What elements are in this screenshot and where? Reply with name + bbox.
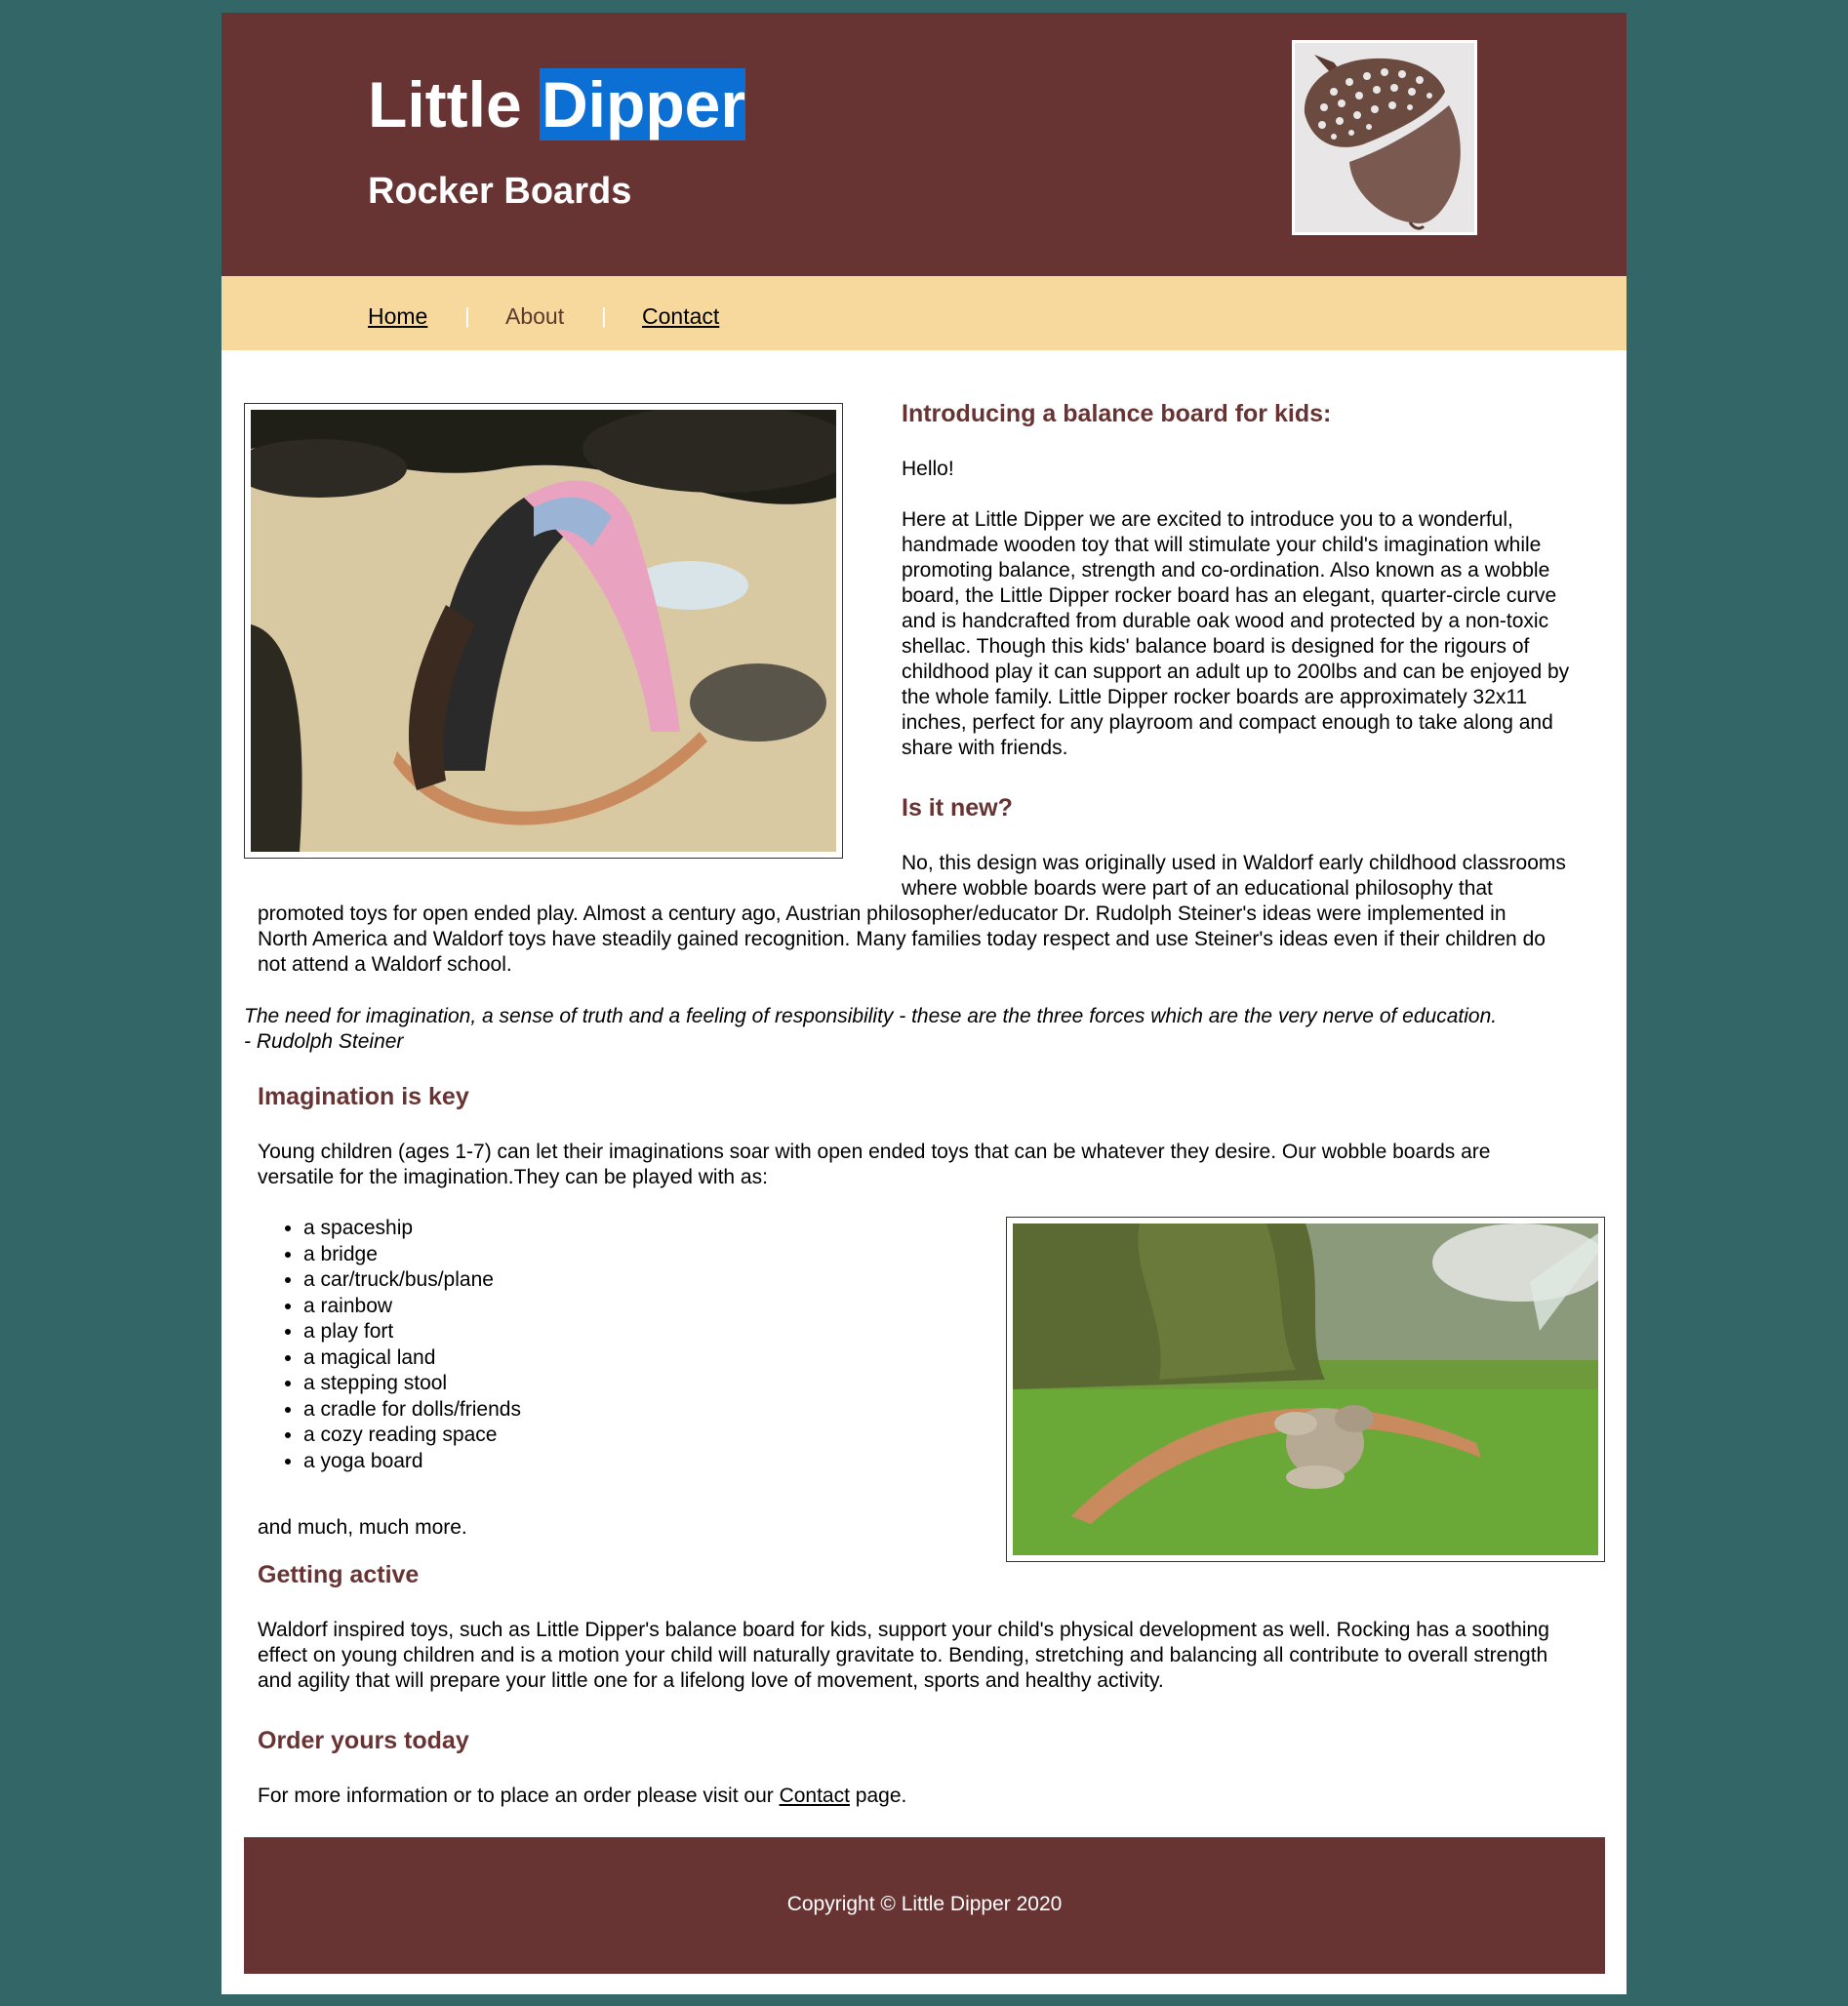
list-item: a stepping stool xyxy=(303,1371,521,1397)
list-item: a rainbow xyxy=(303,1294,521,1320)
new-line: not attend a Waldorf school. xyxy=(258,953,512,976)
intro-line: board, the Little Dipper rocker board ha… xyxy=(902,584,1557,607)
new-line: promoted toys for open ended play. Almos… xyxy=(258,903,1507,925)
order-text-before: For more information or to place an orde… xyxy=(258,1785,780,1807)
intro-line: handmade wooden toy that will stimulate … xyxy=(902,534,1542,556)
order-contact-link[interactable]: Contact xyxy=(780,1785,850,1807)
intro-heading: Introducing a balance board for kids: xyxy=(902,400,1332,427)
intro-line: Here at Little Dipper we are excited to … xyxy=(902,508,1513,531)
copyright-text: Copyright © Little Dipper 2020 xyxy=(786,1893,1063,1915)
photo-board-bunny xyxy=(1006,1217,1605,1562)
list-item: a yoga board xyxy=(303,1449,521,1475)
intro-line: childhood play it can support an adult u… xyxy=(902,661,1570,683)
intro-greeting: Hello! xyxy=(902,458,954,480)
active-line: Waldorf inspired toys, such as Little Di… xyxy=(258,1619,1549,1641)
list-item: a bridge xyxy=(303,1242,521,1268)
intro-line: promoting balance, strength and co-ordin… xyxy=(902,559,1550,582)
nav-contact-link[interactable]: Contact xyxy=(642,303,719,329)
new-line: No, this design was originally used in W… xyxy=(902,852,1566,874)
quote-text: The need for imagination, a sense of tru… xyxy=(244,1005,1498,1027)
quote-attribution: - Rudolph Steiner xyxy=(244,1030,404,1053)
list-item: a car/truck/bus/plane xyxy=(303,1267,521,1294)
imagination-line: Young children (ages 1-7) can let their … xyxy=(258,1141,1491,1163)
imagination-line: versatile for the imagination.They can b… xyxy=(258,1166,768,1188)
new-line: where wobble boards were part of an educ… xyxy=(902,877,1493,900)
imagination-closing: and much, much more. xyxy=(258,1516,467,1539)
list-item: a cozy reading space xyxy=(303,1423,521,1449)
site-title: Little Dipper xyxy=(368,63,746,145)
intro-line: inches, perfect for any playroom and com… xyxy=(902,711,1553,734)
page-container: Little Dipper Rocker Boards Home | About… xyxy=(221,13,1627,1994)
intro-line: and is handcrafted from durable oak wood… xyxy=(902,610,1549,632)
intro-line: share with friends. xyxy=(902,737,1068,759)
main-nav: Home | About | Contact xyxy=(221,276,1627,350)
list-item: a spaceship xyxy=(303,1216,521,1242)
site-title-part1: Little xyxy=(368,68,540,140)
play-ideas-list: a spaceship a bridge a car/truck/bus/pla… xyxy=(270,1216,521,1474)
order-heading: Order yours today xyxy=(258,1727,469,1754)
site-footer: Copyright © Little Dipper 2020 xyxy=(244,1837,1605,1974)
nav-about-current[interactable]: About xyxy=(505,303,564,329)
active-line: and agility that will prepare your littl… xyxy=(258,1669,1164,1692)
intro-line: the whole family. Little Dipper rocker b… xyxy=(902,686,1528,708)
site-subtitle: Rocker Boards xyxy=(368,171,632,212)
nav-separator: | xyxy=(601,303,607,328)
nav-separator: | xyxy=(464,303,470,328)
site-header: Little Dipper Rocker Boards xyxy=(221,13,1627,276)
photo-child-balance-board xyxy=(244,403,843,859)
list-item: a play fort xyxy=(303,1319,521,1345)
acorn-logo-icon xyxy=(1292,40,1477,235)
list-item: a cradle for dolls/friends xyxy=(303,1397,521,1424)
active-line: effect on young children and is a motion… xyxy=(258,1644,1548,1666)
intro-line: shellac. Though this kids' balance board… xyxy=(902,635,1530,658)
new-heading: Is it new? xyxy=(902,794,1013,822)
active-heading: Getting active xyxy=(258,1561,420,1588)
imagination-heading: Imagination is key xyxy=(258,1083,469,1110)
order-text-after: page. xyxy=(849,1785,907,1807)
list-item: a magical land xyxy=(303,1345,521,1372)
site-title-highlighted: Dipper xyxy=(540,68,746,140)
order-paragraph: For more information or to place an orde… xyxy=(258,1784,906,1809)
nav-home-link[interactable]: Home xyxy=(368,303,427,329)
new-line: North America and Waldorf toys have stea… xyxy=(258,928,1546,950)
